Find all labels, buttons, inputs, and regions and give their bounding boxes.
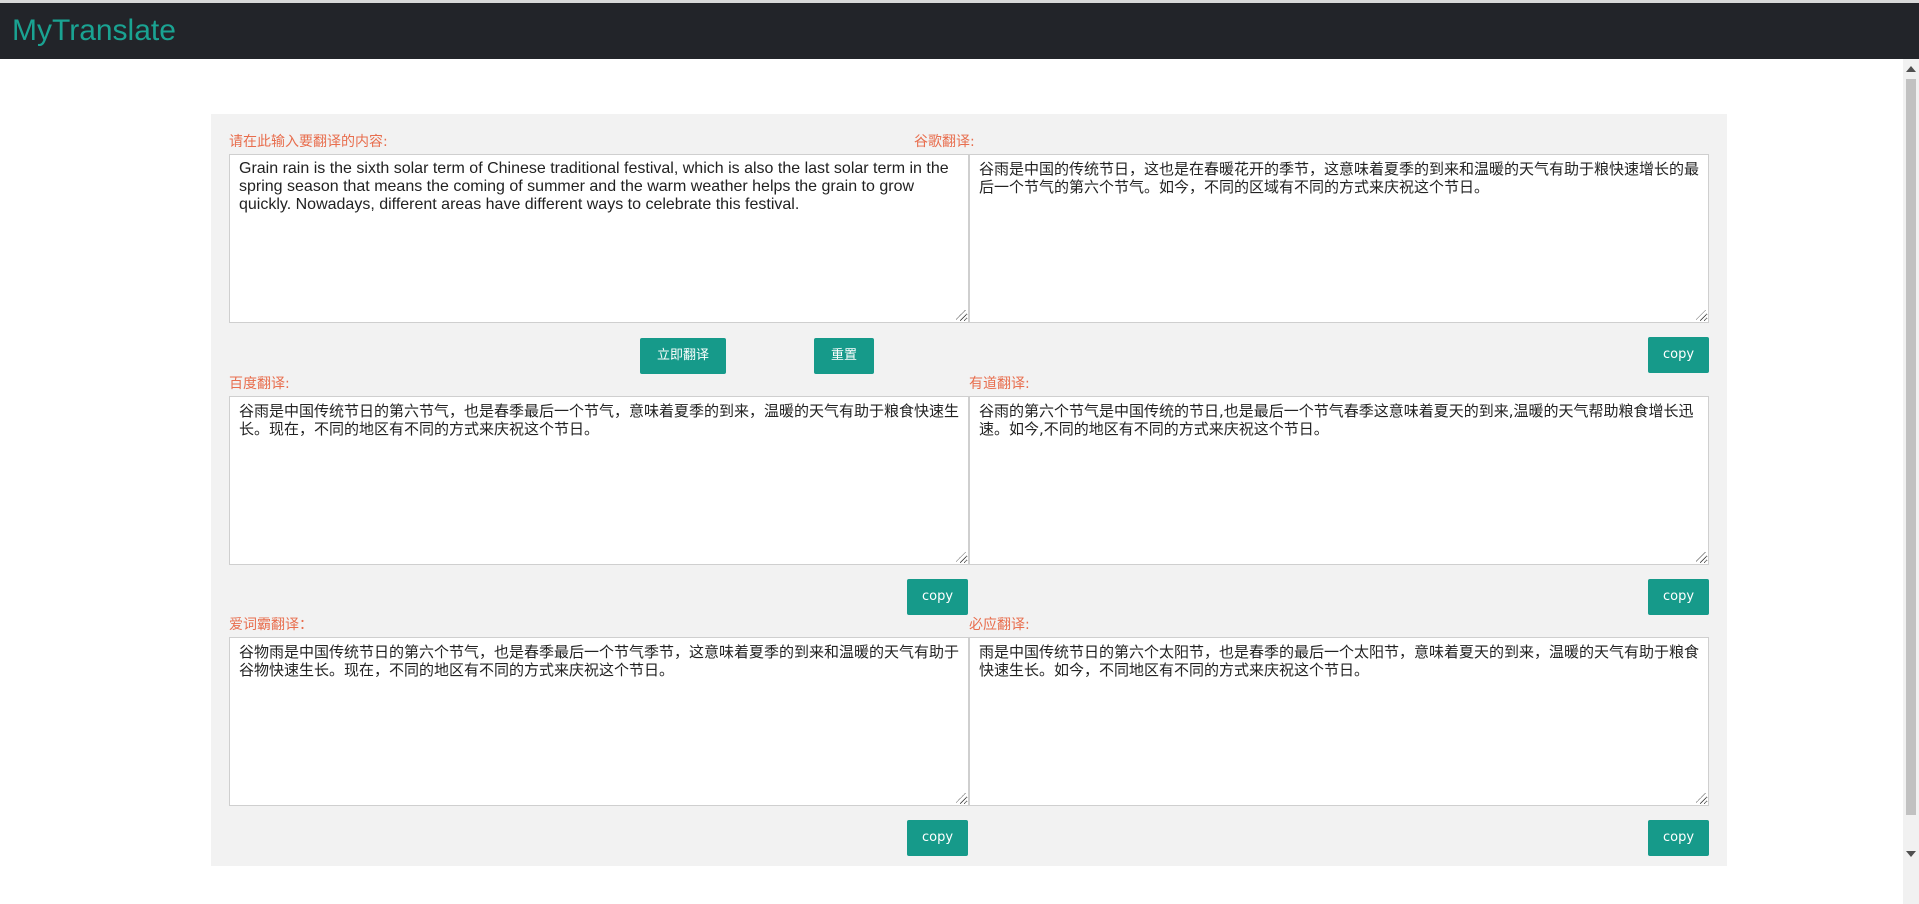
resize-grip-icon[interactable] — [956, 310, 966, 320]
youdao-label: 有道翻译: — [969, 376, 1030, 392]
youdao-copy-button[interactable]: copy — [1648, 579, 1709, 615]
baidu-result-textarea[interactable]: 谷雨是中国传统节日的第六节气，也是春季最后一个节气，意味着夏季的到来，温暖的天气… — [229, 396, 969, 565]
resize-grip-icon[interactable] — [1696, 793, 1706, 803]
youdao-result-text: 谷雨的第六个节气是中国传统的节日,也是最后一个节气春季这意味着夏天的到来,温暖的… — [979, 402, 1694, 438]
scroll-up-arrow-icon[interactable] — [1906, 66, 1916, 72]
google-result-textarea[interactable]: 谷雨是中国的传统节日，这也是在春暖花开的季节，这意味着夏季的到来和温暖的天气有助… — [969, 154, 1709, 323]
resize-grip-icon[interactable] — [1696, 310, 1706, 320]
iciba-result-textarea[interactable]: 谷物雨是中国传统节日的第六个节气，也是春季最后一个节气季节，这意味着夏季的到来和… — [229, 637, 969, 806]
source-text-input[interactable]: Grain rain is the sixth solar term of Ch… — [229, 154, 969, 323]
baidu-result-text: 谷雨是中国传统节日的第六节气，也是春季最后一个节气，意味着夏季的到来，温暖的天气… — [239, 402, 960, 438]
bing-copy-button[interactable]: copy — [1648, 820, 1709, 856]
iciba-result-text: 谷物雨是中国传统节日的第六个节气，也是春季最后一个节气季节，这意味着夏季的到来和… — [239, 643, 960, 679]
source-text-value: Grain rain is the sixth solar term of Ch… — [239, 160, 949, 213]
iciba-label: 爱词霸翻译： — [229, 617, 313, 633]
google-label: 谷歌翻译: — [914, 134, 975, 150]
reset-button[interactable]: 重置 — [814, 338, 874, 374]
brand-title[interactable]: MyTranslate — [12, 15, 176, 47]
google-copy-button[interactable]: copy — [1648, 337, 1709, 373]
resize-grip-icon[interactable] — [1696, 552, 1706, 562]
input-label: 请在此输入要翻译的内容: — [229, 134, 388, 150]
bing-result-textarea[interactable]: 雨是中国传统节日的第六个太阳节，也是春季的最后一个太阳节，意味着夏天的到来，温暖… — [969, 637, 1709, 806]
navbar: MyTranslate — [0, 3, 1919, 59]
baidu-label: 百度翻译: — [229, 376, 290, 392]
youdao-result-textarea[interactable]: 谷雨的第六个节气是中国传统的节日,也是最后一个节气春季这意味着夏天的到来,温暖的… — [969, 396, 1709, 565]
iciba-copy-button[interactable]: copy — [907, 820, 968, 856]
resize-grip-icon[interactable] — [956, 552, 966, 562]
resize-grip-icon[interactable] — [956, 793, 966, 803]
baidu-copy-button[interactable]: copy — [907, 579, 968, 615]
scroll-down-arrow-icon[interactable] — [1906, 851, 1916, 857]
translate-button[interactable]: 立即翻译 — [640, 338, 726, 374]
bing-label: 必应翻译: — [969, 617, 1030, 633]
scrollbar-thumb[interactable] — [1906, 79, 1916, 815]
bing-result-text: 雨是中国传统节日的第六个太阳节，也是春季的最后一个太阳节，意味着夏天的到来，温暖… — [979, 643, 1700, 679]
google-result-text: 谷雨是中国的传统节日，这也是在春暖花开的季节，这意味着夏季的到来和温暖的天气有助… — [979, 160, 1700, 196]
